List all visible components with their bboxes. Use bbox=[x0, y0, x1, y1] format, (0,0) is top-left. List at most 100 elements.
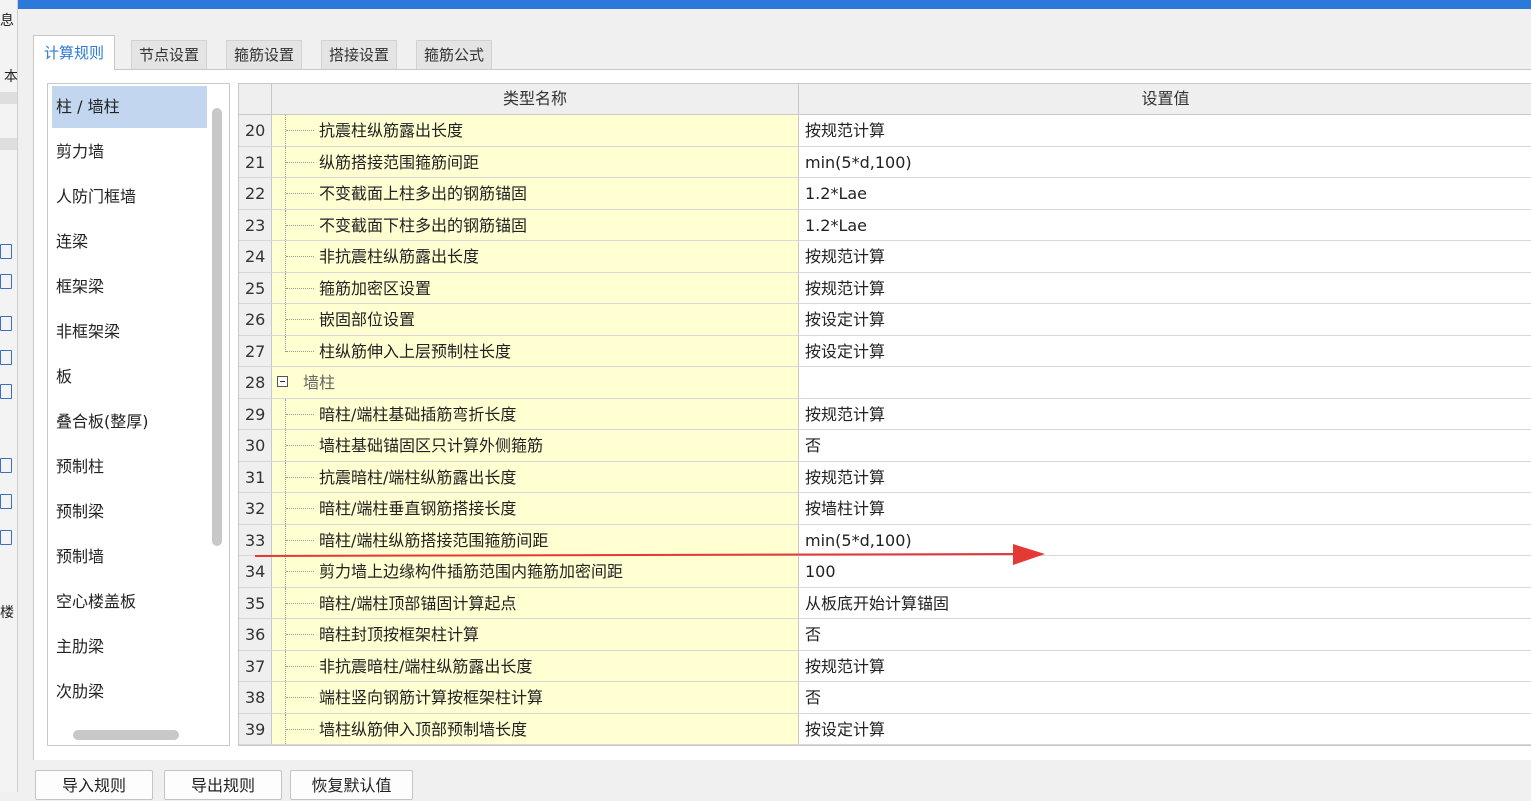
setting-value-cell[interactable]: 按规范计算 bbox=[799, 398, 1531, 430]
type-name-cell[interactable]: 暗柱/端柱基础插筋弯折长度 bbox=[272, 398, 799, 430]
type-name-cell[interactable]: 嵌固部位设置 bbox=[272, 304, 799, 336]
type-name-header[interactable]: 类型名称 bbox=[272, 84, 799, 114]
setting-value-cell[interactable]: 按规范计算 bbox=[799, 650, 1531, 682]
slab-icon[interactable] bbox=[0, 530, 12, 545]
setting-value-cell[interactable]: 按规范计算 bbox=[799, 241, 1531, 273]
setting-value-cell[interactable]: min(5*d,100) bbox=[799, 524, 1531, 556]
type-name-cell[interactable]: 暗柱/端柱垂直钢筋搭接长度 bbox=[272, 493, 799, 525]
setting-value-cell[interactable]: 按墙柱计算 bbox=[799, 493, 1531, 525]
type-name-cell[interactable]: 不变截面下柱多出的钢筋锚固 bbox=[272, 209, 799, 241]
setting-value-header[interactable]: 设置值 bbox=[799, 84, 1531, 114]
type-name-cell[interactable]: 端柱竖向钢筋计算按框架柱计算 bbox=[272, 682, 799, 714]
category-list-vertical-scrollbar[interactable] bbox=[212, 108, 222, 546]
row-number: 23 bbox=[239, 209, 272, 241]
category-item[interactable]: 柱 / 墙柱 bbox=[52, 86, 207, 128]
tab-calc-rules[interactable]: 计算规则 bbox=[33, 35, 116, 70]
type-name-cell[interactable]: 剪力墙上边缘构件插筋范围内箍筋加密间距 bbox=[272, 556, 799, 588]
category-item[interactable]: 预制柱 bbox=[52, 446, 207, 488]
type-name-cell[interactable]: 暗柱/端柱纵筋搭接范围箍筋间距 bbox=[272, 524, 799, 556]
table-row[interactable]: 37 非抗震暗柱/端柱纵筋露出长度 按规范计算 bbox=[239, 650, 1531, 682]
setting-value-cell[interactable]: 1.2*Lae bbox=[799, 178, 1531, 210]
wedge-icon[interactable] bbox=[0, 458, 12, 473]
table-row[interactable]: 20 抗震柱纵筋露出长度 按规范计算 bbox=[239, 115, 1531, 147]
tab-node-settings[interactable]: 节点设置 bbox=[131, 40, 208, 69]
setting-value-cell[interactable]: 否 bbox=[799, 619, 1531, 651]
type-name-cell[interactable]: 墙柱纵筋伸入顶部预制墙长度 bbox=[272, 713, 799, 745]
type-name-cell[interactable]: 非抗震柱纵筋露出长度 bbox=[272, 241, 799, 273]
table-row[interactable]: 30 墙柱基础锚固区只计算外侧箍筋 否 bbox=[239, 430, 1531, 462]
setting-value-cell[interactable]: 按设定计算 bbox=[799, 713, 1531, 745]
table-row[interactable]: 25 箍筋加密区设置 按规范计算 bbox=[239, 272, 1531, 304]
table-row[interactable]: 27 柱纵筋伸入上层预制柱长度 按设定计算 bbox=[239, 335, 1531, 367]
category-item[interactable]: 非框架梁 bbox=[52, 311, 207, 353]
row-number: 31 bbox=[239, 461, 272, 493]
setting-value-cell[interactable]: 按规范计算 bbox=[799, 272, 1531, 304]
table-row[interactable]: 29 暗柱/端柱基础插筋弯折长度 按规范计算 bbox=[239, 398, 1531, 430]
category-item[interactable]: 框架梁 bbox=[52, 266, 207, 308]
setting-value-cell[interactable]: 按规范计算 bbox=[799, 461, 1531, 493]
table-row[interactable]: 23 不变截面下柱多出的钢筋锚固 1.2*Lae bbox=[239, 209, 1531, 241]
restore-defaults-button[interactable]: 恢复默认值 bbox=[290, 770, 413, 800]
type-name-label: 墙柱基础锚固区只计算外侧箍筋 bbox=[319, 436, 544, 455]
category-item[interactable]: 预制梁 bbox=[52, 491, 207, 533]
category-item[interactable]: 主肋梁 bbox=[52, 626, 207, 668]
category-item[interactable]: 叠合板(整厚) bbox=[52, 401, 207, 443]
frame-icon[interactable] bbox=[0, 384, 12, 399]
setting-value-cell[interactable]: 按规范计算 bbox=[799, 115, 1531, 147]
setting-value-cell[interactable]: 按设定计算 bbox=[799, 335, 1531, 367]
table-row[interactable]: 39 墙柱纵筋伸入顶部预制墙长度 按设定计算 bbox=[239, 713, 1531, 745]
type-name-cell[interactable]: 墙柱 bbox=[272, 367, 799, 399]
collapse-icon[interactable] bbox=[277, 376, 288, 387]
category-item[interactable]: 次肋梁 bbox=[52, 671, 207, 713]
setting-value-cell[interactable] bbox=[799, 367, 1531, 399]
table-row[interactable]: 32 暗柱/端柱垂直钢筋搭接长度 按墙柱计算 bbox=[239, 493, 1531, 525]
type-name-cell[interactable]: 抗震柱纵筋露出长度 bbox=[272, 115, 799, 147]
tab-stirrup-settings[interactable]: 箍筋设置 bbox=[226, 40, 303, 69]
type-name-cell[interactable]: 抗震暗柱/端柱纵筋露出长度 bbox=[272, 461, 799, 493]
type-name-cell[interactable]: 墙柱基础锚固区只计算外侧箍筋 bbox=[272, 430, 799, 462]
tab-stirrup-formula[interactable]: 箍筋公式 bbox=[416, 40, 493, 69]
table-row[interactable]: 22 不变截面上柱多出的钢筋锚固 1.2*Lae bbox=[239, 178, 1531, 210]
table-row[interactable]: 33 暗柱/端柱纵筋搭接范围箍筋间距 min(5*d,100) bbox=[239, 524, 1531, 556]
table-row[interactable]: 26 嵌固部位设置 按设定计算 bbox=[239, 304, 1531, 336]
table-row[interactable]: 35 暗柱/端柱顶部锚固计算起点 从板底开始计算锚固 bbox=[239, 587, 1531, 619]
column-icon[interactable] bbox=[0, 350, 12, 365]
table-row[interactable]: 24 非抗震柱纵筋露出长度 按规范计算 bbox=[239, 241, 1531, 273]
type-name-cell[interactable]: 柱纵筋伸入上层预制柱长度 bbox=[272, 335, 799, 367]
table-group-row[interactable]: 28 墙柱 bbox=[239, 367, 1531, 399]
beam-icon[interactable] bbox=[0, 494, 12, 509]
house-icon[interactable] bbox=[0, 316, 12, 331]
setting-value-cell[interactable]: 否 bbox=[799, 682, 1531, 714]
table-row[interactable]: 31 抗震暗柱/端柱纵筋露出长度 按规范计算 bbox=[239, 461, 1531, 493]
type-name-cell[interactable]: 不变截面上柱多出的钢筋锚固 bbox=[272, 178, 799, 210]
table-row[interactable]: 38 端柱竖向钢筋计算按框架柱计算 否 bbox=[239, 682, 1531, 714]
category-item[interactable]: 连梁 bbox=[52, 221, 207, 263]
type-name-cell[interactable]: 暗柱/端柱顶部锚固计算起点 bbox=[272, 587, 799, 619]
type-name-cell[interactable]: 纵筋搭接范围箍筋间距 bbox=[272, 146, 799, 178]
category-item[interactable]: 预制墙 bbox=[52, 536, 207, 578]
table-row[interactable]: 36 暗柱封顶按框架柱计算 否 bbox=[239, 619, 1531, 651]
type-name-cell[interactable]: 非抗震暗柱/端柱纵筋露出长度 bbox=[272, 650, 799, 682]
import-rules-button[interactable]: 导入规则 bbox=[35, 770, 153, 800]
type-name-cell[interactable]: 暗柱封顶按框架柱计算 bbox=[272, 619, 799, 651]
setting-value-cell[interactable]: min(5*d,100) bbox=[799, 146, 1531, 178]
ruler-icon[interactable] bbox=[0, 274, 12, 289]
category-list-horizontal-scrollbar[interactable] bbox=[73, 730, 179, 740]
left-strip-divider bbox=[0, 138, 17, 150]
setting-value-cell[interactable]: 从板底开始计算锚固 bbox=[799, 587, 1531, 619]
setting-value-cell[interactable]: 1.2*Lae bbox=[799, 209, 1531, 241]
tree-line bbox=[285, 304, 316, 335]
setting-value-cell[interactable]: 按设定计算 bbox=[799, 304, 1531, 336]
category-item[interactable]: 空心楼盖板 bbox=[52, 581, 207, 623]
type-name-cell[interactable]: 箍筋加密区设置 bbox=[272, 272, 799, 304]
category-item[interactable]: 剪力墙 bbox=[52, 131, 207, 173]
mail-icon[interactable] bbox=[0, 244, 12, 259]
setting-value-cell[interactable]: 否 bbox=[799, 430, 1531, 462]
table-row[interactable]: 21 纵筋搭接范围箍筋间距 min(5*d,100) bbox=[239, 146, 1531, 178]
table-row[interactable]: 34 剪力墙上边缘构件插筋范围内箍筋加密间距 100 bbox=[239, 556, 1531, 588]
setting-value-cell[interactable]: 100 bbox=[799, 556, 1531, 588]
tab-lap-settings[interactable]: 搭接设置 bbox=[321, 40, 398, 69]
category-item[interactable]: 板 bbox=[52, 356, 207, 398]
category-item[interactable]: 人防门框墙 bbox=[52, 176, 207, 218]
export-rules-button[interactable]: 导出规则 bbox=[164, 770, 282, 800]
